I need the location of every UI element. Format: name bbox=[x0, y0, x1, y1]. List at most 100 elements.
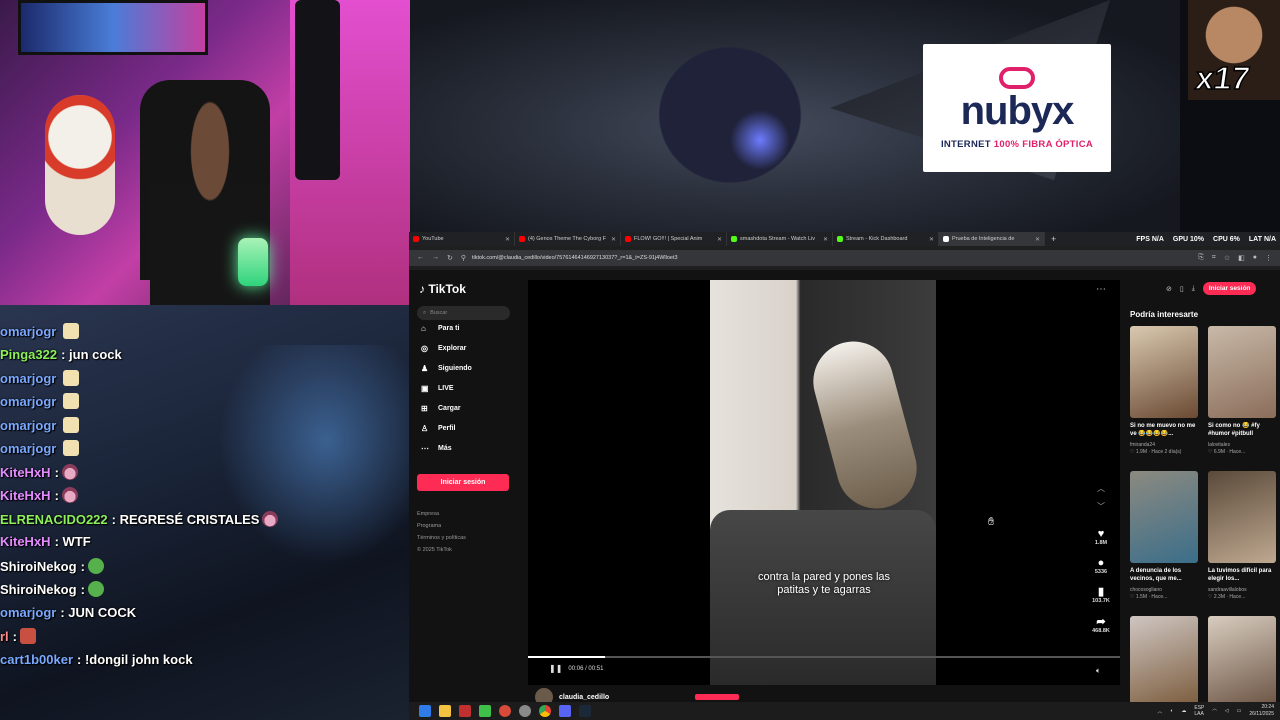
network-icon[interactable]: ◐ bbox=[1170, 708, 1173, 714]
video-thumbnail[interactable] bbox=[1130, 471, 1198, 563]
settings-icon[interactable] bbox=[519, 705, 531, 717]
browser-tab[interactable]: smashdota Stream - Watch Liv ✕ bbox=[727, 232, 833, 246]
recommend-card[interactable] bbox=[1208, 616, 1278, 708]
battery-icon[interactable]: ▭ bbox=[1237, 708, 1242, 714]
close-icon[interactable]: ✕ bbox=[929, 236, 934, 243]
card-author[interactable]: fmiranda24 bbox=[1130, 442, 1200, 448]
download-icon[interactable]: ⤓ bbox=[1192, 285, 1195, 293]
card-author[interactable]: lalovitales bbox=[1208, 442, 1278, 448]
video-thumbnail[interactable] bbox=[1130, 616, 1198, 708]
steam-icon[interactable] bbox=[579, 705, 591, 717]
save-action[interactable]: ▮ 103.7K bbox=[1092, 586, 1110, 604]
chat-username[interactable]: omarjogr bbox=[0, 441, 56, 456]
recommend-card[interactable]: Si como no 😂 #fy #humor #pitbull lalovita… bbox=[1208, 326, 1278, 455]
menu-icon[interactable]: ⋮ bbox=[1265, 254, 1272, 262]
app-icon-red[interactable] bbox=[459, 705, 471, 717]
recommend-card[interactable]: Si no me muevo no me ve 😂😂😂😂... fmiranda2… bbox=[1130, 326, 1200, 455]
footer-link[interactable]: Empresa bbox=[417, 511, 439, 517]
sidebar-item[interactable]: ▣ LIVE bbox=[421, 384, 454, 393]
follow-button[interactable] bbox=[695, 694, 740, 700]
forward-icon[interactable]: → bbox=[432, 254, 439, 262]
url-field[interactable]: tiktok.com/@claudia_cedillo/video/757614… bbox=[472, 255, 678, 261]
card-author[interactable]: chocosogliano bbox=[1130, 587, 1200, 593]
author-name[interactable]: claudia_cedillo bbox=[559, 694, 609, 701]
tray-chevron-icon[interactable]: ︿ bbox=[1157, 708, 1162, 715]
footer-link[interactable]: © 2025 TikTok bbox=[417, 547, 452, 553]
close-icon[interactable]: ✕ bbox=[611, 236, 616, 243]
search-input[interactable]: ⌕ Buscar bbox=[417, 306, 510, 320]
sidebar-item[interactable]: ⋯ Más bbox=[421, 444, 452, 453]
sidebar-item[interactable]: ♙ Perfil bbox=[421, 424, 456, 433]
video-thumbnail[interactable] bbox=[1130, 326, 1198, 418]
tiktok-logo[interactable]: ♪ TikTok bbox=[419, 282, 466, 296]
clock[interactable]: 20:24 26/11/2025 bbox=[1249, 704, 1274, 718]
folder-icon[interactable] bbox=[439, 705, 451, 717]
footer-link[interactable]: Términos y políticas bbox=[417, 535, 466, 541]
language-indicator[interactable]: ESP LAA bbox=[1194, 705, 1204, 717]
sidebar-item[interactable]: ⊞ Cargar bbox=[421, 404, 461, 413]
browser-tab[interactable]: FLOW! GO!!! | Special Anim ✕ bbox=[621, 232, 727, 246]
video-player[interactable] bbox=[528, 280, 1120, 685]
like-action[interactable]: ♥ 1.8M bbox=[1092, 528, 1110, 546]
close-icon[interactable]: ✕ bbox=[505, 236, 510, 243]
chat-username[interactable]: Pinga322 bbox=[0, 347, 57, 362]
back-icon[interactable]: ← bbox=[417, 254, 424, 262]
video-frame[interactable] bbox=[710, 280, 936, 685]
cloud-tray-icon[interactable]: ☁︎ bbox=[1181, 708, 1186, 714]
discord-icon[interactable] bbox=[559, 705, 571, 717]
speaker-icon[interactable]: ◁ bbox=[1225, 708, 1229, 714]
more-options-icon[interactable]: ⋯ bbox=[1096, 284, 1106, 295]
translate-icon[interactable]: ⌗ bbox=[1212, 254, 1216, 262]
phone-icon[interactable]: ▯ bbox=[1180, 285, 1184, 293]
install-icon[interactable]: ⎘ bbox=[1198, 254, 1204, 262]
chat-username[interactable]: omarjogr bbox=[0, 324, 56, 339]
chat-username[interactable]: omarjogr bbox=[0, 394, 56, 409]
sidebar-item[interactable]: ⌂ Para ti bbox=[421, 324, 459, 333]
browser-tab[interactable]: (4) Genos Theme The Cyborg F ✕ bbox=[515, 232, 621, 246]
progress-bar[interactable] bbox=[528, 656, 1120, 658]
chat-username[interactable]: ShiroiNekog bbox=[0, 582, 77, 597]
video-thumbnail[interactable] bbox=[1208, 471, 1276, 563]
sidebar-item[interactable]: ♟ Siguiendo bbox=[421, 364, 472, 373]
chat-username[interactable]: rl bbox=[0, 629, 9, 644]
share-action[interactable]: ➦ 468.8K bbox=[1092, 616, 1110, 634]
pause-icon[interactable]: ❚❚ bbox=[549, 664, 562, 673]
play-icon[interactable] bbox=[479, 705, 491, 717]
recommend-card[interactable]: La tuvimos difícil para elegir los... san… bbox=[1208, 471, 1278, 600]
comment-action[interactable]: ● 5336 bbox=[1092, 557, 1110, 575]
footer-link[interactable]: Programa bbox=[417, 523, 441, 529]
video-thumbnail[interactable] bbox=[1208, 326, 1276, 418]
compass-icon[interactable]: ⊘ bbox=[1166, 285, 1172, 293]
chrome-icon[interactable] bbox=[539, 705, 551, 717]
reload-icon[interactable]: ↻ bbox=[447, 254, 453, 262]
chat-username[interactable]: omarjogr bbox=[0, 418, 56, 433]
start-icon[interactable] bbox=[419, 705, 431, 717]
sidebar-item[interactable]: ◎ Explorar bbox=[421, 344, 466, 353]
card-author[interactable]: sandraavillalobos bbox=[1208, 587, 1278, 593]
browser-tab[interactable]: Stream - Kick Dashboard ✕ bbox=[833, 232, 939, 246]
chat-username[interactable]: KiteHxH bbox=[0, 534, 51, 549]
bookmark-icon[interactable]: ☆ bbox=[1224, 254, 1230, 262]
profile-icon[interactable]: ● bbox=[1253, 254, 1257, 262]
chat-username[interactable]: omarjogr bbox=[0, 605, 56, 620]
chevron-down-icon[interactable]: ﹀ bbox=[1097, 498, 1105, 516]
wifi-icon[interactable]: ◠ bbox=[1212, 708, 1216, 714]
recorder-icon[interactable] bbox=[499, 705, 511, 717]
close-icon[interactable]: ✕ bbox=[823, 236, 828, 243]
header-login-button[interactable]: Iniciar sesión bbox=[1202, 282, 1257, 295]
extensions-icon[interactable]: ◧ bbox=[1238, 254, 1245, 262]
chat-username[interactable]: omarjogr bbox=[0, 371, 56, 386]
recommend-card[interactable] bbox=[1130, 616, 1200, 708]
site-info-icon[interactable]: ⚲ bbox=[461, 254, 466, 262]
chevron-up-icon[interactable]: ︿ bbox=[1097, 480, 1105, 498]
browser-tab[interactable]: YouTube ✕ bbox=[409, 232, 515, 246]
close-icon[interactable]: ✕ bbox=[1035, 236, 1040, 243]
chat-username[interactable]: ShiroiNekog bbox=[0, 559, 77, 574]
login-button[interactable]: Iniciar sesión bbox=[417, 474, 509, 491]
video-thumbnail[interactable] bbox=[1208, 616, 1276, 708]
chat-username[interactable]: ELRENACIDO222 bbox=[0, 512, 108, 527]
chat-username[interactable]: KiteHxH bbox=[0, 465, 51, 480]
chat-username[interactable]: KiteHxH bbox=[0, 488, 51, 503]
new-tab-button[interactable]: + bbox=[1045, 234, 1062, 244]
browser-tab[interactable]: Prueba de Inteligencia de ✕ bbox=[939, 232, 1045, 246]
